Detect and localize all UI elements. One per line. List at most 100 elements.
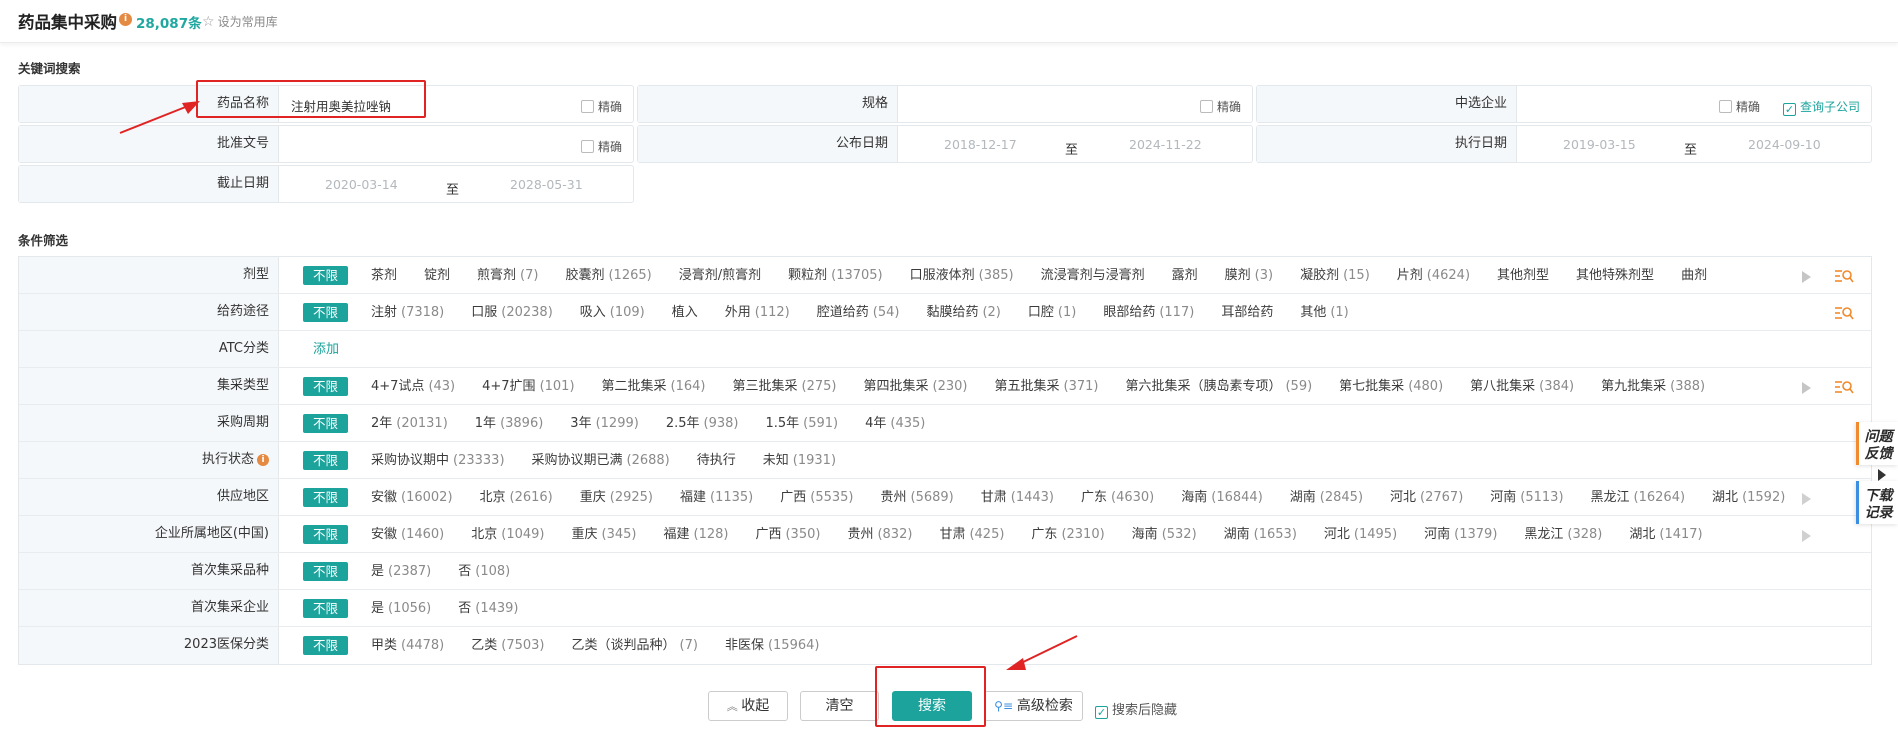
filter-option[interactable]: 海南 (532) (1132, 525, 1197, 544)
deadline-from[interactable]: 2020-03-14 (325, 177, 398, 192)
sub-company-checkbox[interactable]: ✓ 查询子公司 (1783, 98, 1860, 116)
filter-option[interactable]: 否 (1439) (458, 599, 518, 618)
filter-option[interactable]: 其他 (1) (1300, 303, 1348, 322)
unlimited-tag[interactable]: 不限 (303, 414, 348, 433)
filter-option[interactable]: 煎膏剂 (7) (477, 266, 538, 285)
filter-option[interactable]: 河南 (5113) (1490, 488, 1563, 507)
collapse-button[interactable]: ︽ 收起 (708, 691, 788, 721)
filter-option[interactable]: 待执行 (697, 451, 736, 470)
filter-option[interactable]: 第八批集采 (384) (1470, 377, 1574, 396)
filter-option[interactable]: 是 (1056) (371, 599, 431, 618)
filter-option[interactable]: 注射 (7318) (371, 303, 444, 322)
filter-search-icon[interactable] (1834, 305, 1854, 321)
filter-option[interactable]: 甘肃 (425) (939, 525, 1004, 544)
unlimited-tag[interactable]: 不限 (303, 525, 348, 544)
filter-option[interactable]: 甲类 (4478) (371, 636, 444, 655)
filter-option[interactable]: 湖北 (1592) (1712, 488, 1785, 507)
filter-option[interactable]: 第九批集采 (388) (1601, 377, 1705, 396)
filter-option[interactable]: 广西 (350) (755, 525, 820, 544)
filter-option[interactable]: 黏膜给药 (2) (926, 303, 1000, 322)
unlimited-tag[interactable]: 不限 (303, 599, 348, 618)
filter-search-icon[interactable] (1834, 268, 1854, 284)
unlimited-tag[interactable]: 不限 (303, 303, 348, 322)
filter-option[interactable]: 重庆 (2925) (580, 488, 653, 507)
filter-option[interactable]: 河北 (2767) (1390, 488, 1463, 507)
filter-option[interactable]: 片剂 (4624) (1397, 266, 1470, 285)
filter-option[interactable]: 耳部给药 (1221, 303, 1273, 322)
unlimited-tag[interactable]: 不限 (303, 377, 348, 396)
filter-option[interactable]: 黑龙江 (16264) (1591, 488, 1686, 507)
unlimited-tag[interactable]: 不限 (303, 636, 348, 655)
filter-option[interactable]: 口服 (20238) (471, 303, 553, 322)
set-favorite-button[interactable]: ☆ 设为常用库 (202, 13, 278, 30)
filter-option[interactable]: 吸入 (109) (580, 303, 645, 322)
filter-option[interactable]: 凝胶剂 (15) (1300, 266, 1370, 285)
filter-option[interactable]: 眼部给药 (117) (1103, 303, 1194, 322)
filter-option[interactable]: 第四批集采 (230) (864, 377, 968, 396)
filter-option[interactable]: 锭剂 (424, 266, 450, 285)
filter-option[interactable]: 其他特殊剂型 (1576, 266, 1654, 285)
filter-option[interactable]: 2.5年 (938) (666, 414, 739, 433)
filter-option[interactable]: 第五批集采 (371) (994, 377, 1098, 396)
filter-option[interactable]: 膜剂 (3) (1225, 266, 1273, 285)
filter-option[interactable]: 口服液体剂 (385) (910, 266, 1014, 285)
spec-precise-checkbox[interactable]: 精确 (1200, 98, 1241, 115)
filter-option[interactable]: 4+7扩围 (101) (482, 377, 574, 396)
download-records-button[interactable]: 下载记录 (1856, 481, 1898, 524)
filter-option[interactable]: 重庆 (345) (572, 525, 637, 544)
filter-option[interactable]: 1年 (3896) (475, 414, 544, 433)
more-options-icon[interactable] (1802, 271, 1811, 283)
filter-option[interactable]: 河北 (1495) (1324, 525, 1397, 544)
filter-option[interactable]: 黑龙江 (328) (1524, 525, 1602, 544)
unlimited-tag[interactable]: 不限 (303, 562, 348, 581)
filter-option[interactable]: 乙类 (7503) (471, 636, 544, 655)
publish-date-to[interactable]: 2024-11-22 (1129, 137, 1202, 152)
filter-option[interactable]: 第七批集采 (480) (1339, 377, 1443, 396)
filter-option[interactable]: 2年 (20131) (371, 414, 448, 433)
filter-option[interactable]: 湖南 (2845) (1290, 488, 1363, 507)
filter-option[interactable]: 乙类（谈判品种） (7) (572, 636, 698, 655)
filter-option[interactable]: 广东 (4630) (1081, 488, 1154, 507)
filter-option[interactable]: 广东 (2310) (1031, 525, 1104, 544)
hide-after-search-checkbox[interactable]: ✓ 搜索后隐藏 (1095, 699, 1177, 719)
filter-option[interactable]: 北京 (2616) (480, 488, 553, 507)
filter-option[interactable]: 广西 (5535) (780, 488, 853, 507)
unlimited-tag[interactable]: 不限 (303, 451, 348, 470)
filter-option[interactable]: 非医保 (15964) (725, 636, 820, 655)
filter-option[interactable]: 河南 (1379) (1424, 525, 1497, 544)
approval-precise-checkbox[interactable]: 精确 (581, 138, 622, 155)
filter-option[interactable]: 腔道给药 (54) (817, 303, 900, 322)
filter-option[interactable]: 茶剂 (371, 266, 397, 285)
unlimited-tag[interactable]: 不限 (303, 266, 348, 285)
filter-option[interactable]: 4+7试点 (43) (371, 377, 455, 396)
unlimited-tag[interactable]: 不限 (303, 488, 348, 507)
filter-option[interactable]: 福建 (128) (663, 525, 728, 544)
filter-option[interactable]: 第三批集采 (275) (733, 377, 837, 396)
filter-option[interactable]: 4年 (435) (865, 414, 925, 433)
info-icon[interactable]: i (119, 13, 132, 26)
filter-option[interactable]: 采购协议期中 (23333) (371, 451, 505, 470)
feedback-button[interactable]: 问题反馈 (1856, 422, 1898, 465)
deadline-to[interactable]: 2028-05-31 (510, 177, 583, 192)
filter-search-icon[interactable] (1834, 379, 1854, 395)
filter-option[interactable]: 否 (108) (458, 562, 510, 581)
add-atc-link[interactable]: 添加 (313, 340, 339, 359)
filter-option[interactable]: 外用 (112) (725, 303, 790, 322)
filter-option[interactable]: 未知 (1931) (763, 451, 836, 470)
more-options-icon[interactable] (1802, 382, 1811, 394)
filter-option[interactable]: 福建 (1135) (680, 488, 753, 507)
filter-option[interactable]: 颗粒剂 (13705) (788, 266, 883, 285)
filter-option[interactable]: 3年 (1299) (570, 414, 639, 433)
filter-option[interactable]: 流浸膏剂与浸膏剂 (1041, 266, 1145, 285)
filter-option[interactable]: 安徽 (16002) (371, 488, 453, 507)
filter-option[interactable]: 贵州 (832) (847, 525, 912, 544)
filter-option[interactable]: 1.5年 (591) (765, 414, 838, 433)
filter-option[interactable]: 采购协议期已满 (2688) (532, 451, 670, 470)
filter-option[interactable]: 是 (2387) (371, 562, 431, 581)
filter-option[interactable]: 植入 (672, 303, 698, 322)
more-options-icon[interactable] (1802, 493, 1811, 505)
exec-date-to[interactable]: 2024-09-10 (1748, 137, 1821, 152)
filter-option[interactable]: 湖南 (1653) (1224, 525, 1297, 544)
advanced-search-button[interactable]: ⚲≡ 高级检索 (984, 691, 1083, 721)
filter-option[interactable]: 湖北 (1417) (1629, 525, 1702, 544)
